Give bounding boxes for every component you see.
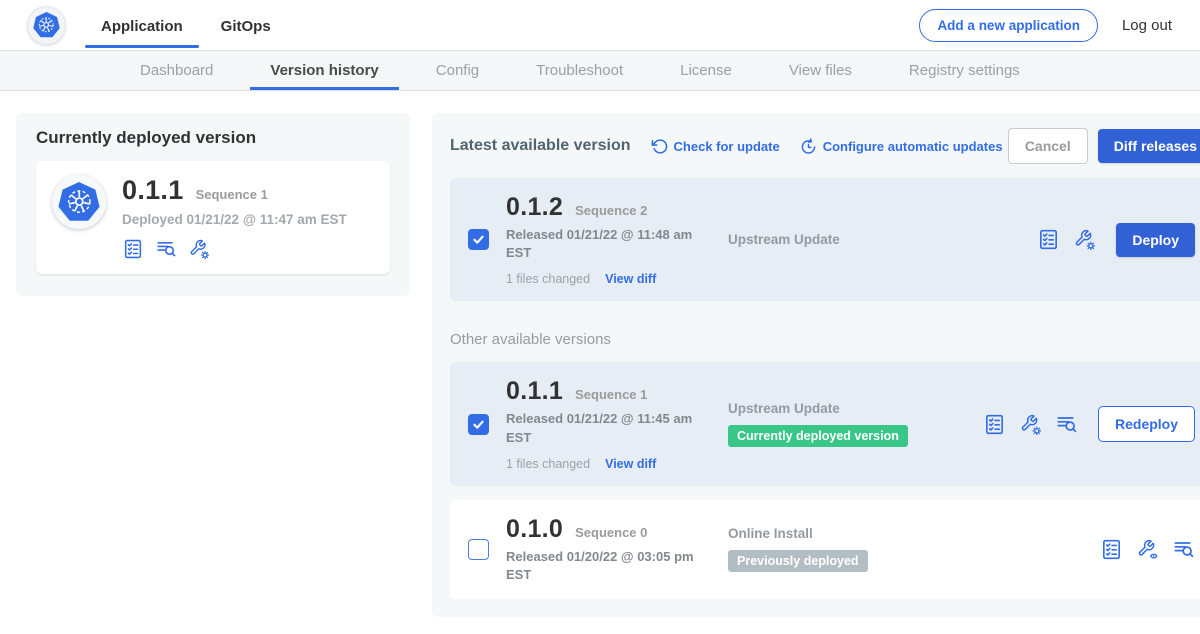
auto-update-icon — [800, 138, 817, 155]
subnav-item-config[interactable]: Config — [436, 51, 479, 90]
view-diff-link[interactable]: View diff — [605, 457, 656, 471]
edit-config-icon[interactable] — [1073, 228, 1096, 251]
edit-config-icon[interactable] — [1019, 413, 1042, 436]
refresh-icon — [651, 138, 668, 155]
version-status-badge: Currently deployed version — [728, 425, 908, 447]
subnav-item-license[interactable]: License — [680, 51, 732, 90]
version-select-checkbox[interactable] — [468, 414, 489, 435]
deploy-button[interactable]: Deploy — [1116, 223, 1195, 257]
source-label: Online Install — [728, 526, 983, 541]
check-for-update-link[interactable]: Check for update — [651, 138, 780, 155]
version-info: 0.1.1 Sequence 1 Released 01/21/22 @ 11:… — [506, 377, 728, 470]
edit-config-icon[interactable] — [188, 238, 210, 260]
add-new-application-button[interactable]: Add a new application — [919, 9, 1098, 42]
release-notes-icon[interactable] — [122, 238, 144, 260]
sequence-label: Sequence 1 — [575, 387, 647, 402]
version-info: 0.1.2 Sequence 2 Released 01/21/22 @ 11:… — [506, 193, 728, 286]
view-logs-icon[interactable] — [1172, 538, 1195, 561]
version-status-badge: Previously deployed — [728, 550, 868, 572]
version-source: Upstream Update — [728, 232, 983, 247]
top-nav: Application GitOps Add a new application… — [0, 0, 1200, 50]
version-number: 0.1.1 — [506, 377, 563, 406]
deployed-icon-row — [122, 238, 347, 260]
view-logs-icon[interactable] — [155, 238, 177, 260]
version-row-0.1.1: 0.1.1 Sequence 1 Released 01/21/22 @ 11:… — [450, 362, 1200, 485]
kubernetes-icon — [33, 12, 60, 38]
latest-version-header: Latest available version Check for updat… — [450, 128, 1200, 164]
version-select-checkbox[interactable] — [468, 229, 489, 250]
tab-application[interactable]: Application — [99, 16, 185, 35]
release-notes-icon[interactable] — [983, 413, 1006, 436]
latest-version-rows: 0.1.2 Sequence 2 Released 01/21/22 @ 11:… — [450, 178, 1200, 301]
logout-button[interactable]: Log out — [1122, 17, 1172, 34]
sequence-label: Sequence 2 — [575, 203, 647, 218]
source-label: Upstream Update — [728, 401, 983, 416]
deployed-version-card: 0.1.1 Sequence 1 Deployed 01/21/22 @ 11:… — [36, 161, 390, 274]
tab-gitops[interactable]: GitOps — [219, 16, 273, 35]
version-select-checkbox[interactable] — [468, 539, 489, 560]
main-content: Currently deployed version 0.1.1 Sequenc… — [0, 91, 1200, 617]
view-config-icon[interactable] — [1136, 538, 1159, 561]
version-info: 0.1.0 Sequence 0 Released 01/20/22 @ 03:… — [506, 515, 728, 584]
subnav-item-view-files[interactable]: View files — [789, 51, 852, 90]
app-logo — [28, 7, 65, 44]
other-version-rows: 0.1.1 Sequence 1 Released 01/21/22 @ 11:… — [450, 362, 1200, 599]
subnav-item-version-history[interactable]: Version history — [270, 51, 378, 90]
view-logs-icon[interactable] — [1055, 413, 1078, 436]
version-number: 0.1.0 — [506, 515, 563, 544]
redeploy-button[interactable]: Redeploy — [1098, 406, 1195, 442]
source-label: Upstream Update — [728, 232, 983, 247]
version-source: Upstream Update Currently deployed versi… — [728, 401, 983, 447]
app-sub-nav: Dashboard Version history Config Troublesho… — [0, 50, 1200, 91]
files-changed-label: 1 files changed — [506, 272, 590, 286]
subnav-item-dashboard[interactable]: Dashboard — [140, 51, 213, 90]
diff-releases-button[interactable]: Diff releases — [1098, 129, 1200, 163]
currently-deployed-panel: Currently deployed version 0.1.1 Sequenc… — [16, 113, 410, 296]
sequence-label: Sequence 0 — [575, 525, 647, 540]
version-row-0.1.2: 0.1.2 Sequence 2 Released 01/21/22 @ 11:… — [450, 178, 1200, 301]
release-notes-icon[interactable] — [1037, 228, 1060, 251]
subnav-item-registry-settings[interactable]: Registry settings — [909, 51, 1020, 90]
version-actions: Redeploy — [983, 406, 1195, 442]
deployed-timestamp: Deployed 01/21/22 @ 11:47 am EST — [122, 212, 347, 227]
other-versions-title: Other available versions — [450, 331, 1200, 348]
top-tabs: Application GitOps — [99, 0, 273, 50]
released-timestamp: Released 01/20/22 @ 03:05 pm EST — [506, 548, 702, 584]
deployed-version-number: 0.1.1 — [122, 175, 184, 206]
released-timestamp: Released 01/21/22 @ 11:48 am EST — [506, 226, 702, 262]
version-actions — [1100, 538, 1195, 561]
cancel-button[interactable]: Cancel — [1008, 128, 1088, 164]
version-actions: Deploy — [1037, 223, 1195, 257]
version-source: Online Install Previously deployed — [728, 526, 983, 572]
deployed-sequence-label: Sequence 1 — [196, 187, 268, 202]
subnav-item-troubleshoot[interactable]: Troubleshoot — [536, 51, 623, 90]
version-history-panel: Latest available version Check for updat… — [432, 113, 1200, 617]
files-changed-label: 1 files changed — [506, 457, 590, 471]
release-notes-icon[interactable] — [1100, 538, 1123, 561]
kubernetes-icon — [58, 182, 100, 222]
version-row-0.1.0: 0.1.0 Sequence 0 Released 01/20/22 @ 03:… — [450, 500, 1200, 599]
app-logo-large — [52, 175, 106, 229]
deployed-panel-title: Currently deployed version — [36, 128, 390, 148]
released-timestamp: Released 01/21/22 @ 11:45 am EST — [506, 410, 702, 446]
view-diff-link[interactable]: View diff — [605, 272, 656, 286]
version-number: 0.1.2 — [506, 193, 563, 222]
latest-version-title: Latest available version — [450, 137, 631, 155]
configure-automatic-updates-link[interactable]: Configure automatic updates — [800, 138, 1003, 155]
